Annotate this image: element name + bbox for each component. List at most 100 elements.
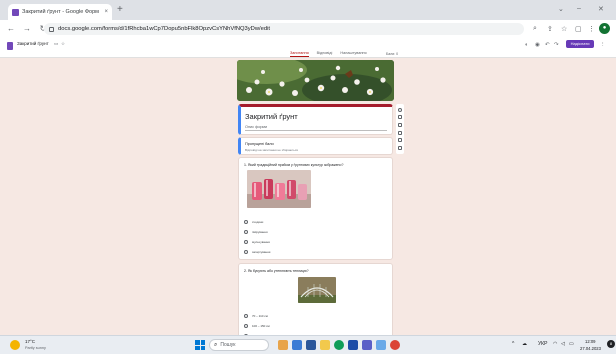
more-options-icon[interactable]: ⋮ [600,42,606,48]
doc-title[interactable]: Закритий ґрунт [17,41,49,46]
send-button[interactable]: Надіслати [566,40,594,48]
bookmark-star-icon[interactable]: ☆ [561,25,567,33]
add-section-icon[interactable] [398,146,402,151]
option-row[interactable]: 70 – 110 см [244,314,268,318]
photos-icon[interactable] [376,340,386,350]
email-settings-card[interactable]: Пропущені бали Відповіді на запитання не… [238,137,393,155]
option-label: сходини [252,220,264,224]
search-placeholder: Пошук [220,342,236,348]
add-image-icon[interactable] [398,130,402,135]
email-card-subtitle: Відповіді на запитання не збираються [245,148,298,152]
weather-sun-icon[interactable] [10,340,20,350]
form-title-card[interactable]: Закритий ґрунт Опис форми [238,104,393,135]
option-label: пікірування [252,230,268,234]
close-window-button[interactable]: ✕ [598,5,604,13]
radio-button[interactable] [244,220,248,224]
windows-taskbar: 17°C Partly sunny ⌕ Пошук ^ ☁ УКР ◠ ◁ ▭ … [0,335,616,354]
forms-header: Закритий ґрунт ▭ ☆ Запитання Відповіді Н… [0,37,616,58]
new-tab-button[interactable]: + [117,5,123,15]
lock-icon [49,26,54,32]
radio-button[interactable] [244,240,248,244]
file-explorer-icon[interactable] [320,340,330,350]
redo-icon[interactable]: ↷ [554,42,559,48]
import-questions-icon[interactable] [398,115,402,120]
tab-close-icon[interactable]: × [104,9,108,15]
option-label: загартування [252,250,271,254]
option-label: мульчування [252,240,270,244]
radio-button[interactable] [244,324,248,328]
google-forms-favicon-icon [12,8,19,16]
teams-icon[interactable] [362,340,372,350]
option-row[interactable]: мульчування [244,240,270,244]
url-text: docs.google.com/forms/d/1fRhcba1wCp7Dopu… [58,26,271,32]
notification-badge[interactable]: 8 [607,340,615,348]
question-text-1: 1. Який традиційний прийом у ґрунтових к… [244,163,344,167]
tab-questions[interactable]: Запитання [290,51,309,57]
option-row[interactable]: пікірування [244,230,268,234]
undo-icon[interactable]: ↶ [545,42,550,48]
question-text-2: 2. Як бусують або утеплюють теплицю? [244,269,309,273]
back-icon[interactable]: ← [6,24,16,33]
zoom-icon[interactable]: ⌕ [533,25,537,33]
tab-search-icon[interactable]: ⌄ [558,5,564,13]
windows-start-icon[interactable] [195,340,205,350]
option-row[interactable]: загартування [244,250,270,254]
form-title[interactable]: Закритий ґрунт [245,112,298,121]
onedrive-icon[interactable]: ☁ [522,341,527,347]
preview-icon[interactable]: ◉ [535,42,540,48]
volume-icon[interactable]: ◁ [561,341,565,347]
search-icon: ⌕ [214,341,218,348]
store-icon[interactable] [348,340,358,350]
total-score: Бали: 0 [386,52,399,56]
option-label: 70 – 110 см [252,314,268,318]
option-row[interactable]: 100 – 150 см [244,324,270,328]
forms-logo-icon [7,42,13,50]
email-card-title: Пропущені бали [245,142,274,146]
tab-responses[interactable]: Відповіді [317,51,333,57]
widgets-icon[interactable] [278,340,288,350]
question-image-jars [247,170,311,208]
chrome-icon[interactable] [334,340,344,350]
radio-button[interactable] [244,314,248,318]
minimize-button[interactable]: – [577,5,581,12]
floating-side-toolbar [396,104,404,154]
tab-settings[interactable]: Налаштування [340,51,366,57]
clock-time[interactable]: 12:09 [585,339,595,344]
star-icon[interactable]: ☆ [61,41,65,47]
taskbar-search-input[interactable]: ⌕ Пошук [209,339,269,351]
browser-tab-strip: Закритий ґрунт - Google Форм × + ⌄ – ✕ [0,0,616,20]
tab-title: Закритий ґрунт - Google Форм [22,9,99,15]
weather-temperature[interactable]: 17°C [25,339,35,344]
language-indicator[interactable]: УКР [538,341,547,347]
weather-description[interactable]: Partly sunny [25,346,46,350]
extensions-icon[interactable]: ⋮ [588,25,595,33]
clock-date[interactable]: 27.04.2023 [580,346,601,351]
palette-icon[interactable]: ◐ [525,42,528,48]
question-card-1[interactable]: 1. Який традиційний прийом у ґрунтових к… [238,157,393,260]
form-description[interactable]: Опис форми [245,125,267,129]
form-tabs: Запитання Відповіді Налаштування [290,51,367,57]
word-icon[interactable] [306,340,316,350]
folder-icon[interactable]: ▭ [54,41,58,47]
radio-button[interactable] [244,230,248,234]
radio-button[interactable] [244,250,248,254]
option-row[interactable]: сходини [244,220,263,224]
sidebar-icon[interactable]: ▢ [575,25,582,33]
profile-avatar[interactable]: ● [599,23,610,34]
chrome-profile-icon[interactable] [390,340,400,350]
option-label: 100 – 150 см [252,324,270,328]
add-question-icon[interactable] [398,107,402,112]
address-bar[interactable]: docs.google.com/forms/d/1fRhcba1wCp7Dopu… [44,23,524,35]
forward-icon[interactable]: → [22,24,32,33]
add-title-icon[interactable] [398,123,402,128]
header-banner-image [237,60,394,101]
chevron-up-icon[interactable]: ^ [512,341,514,347]
battery-icon[interactable]: ▭ [569,341,574,347]
description-underline [245,130,387,131]
question-image-greenhouse [298,277,336,303]
add-video-icon[interactable] [398,138,402,143]
browser-tab[interactable]: Закритий ґрунт - Google Форм × [8,4,112,20]
wifi-icon[interactable]: ◠ [553,341,557,347]
task-view-icon[interactable] [292,340,302,350]
share-icon[interactable]: ⇪ [547,25,553,33]
